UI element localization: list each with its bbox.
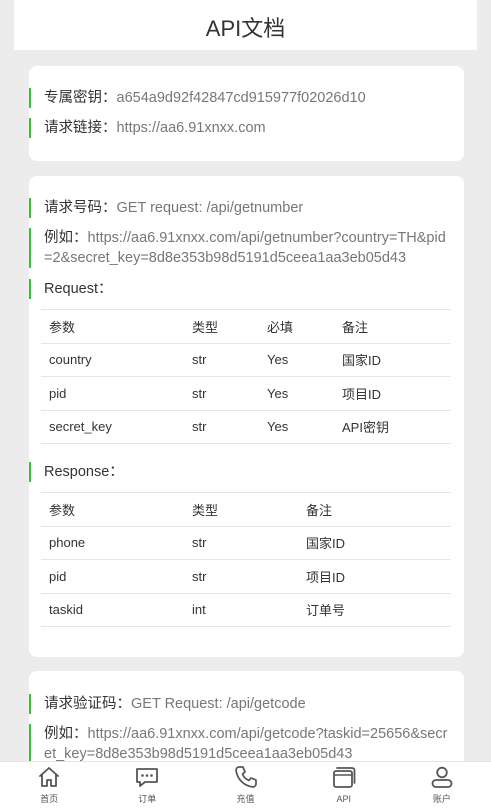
table-cell: secret_key [41, 409, 184, 444]
tab-api[interactable]: API [295, 762, 393, 809]
table-header-cell: 类型 [184, 309, 259, 343]
request-url-row: 请求链接：https://aa6.91xnxx.com [29, 118, 449, 138]
tab-recharge-label: 充值 [236, 794, 255, 804]
user-icon [431, 766, 453, 788]
request-section-title: Request： [29, 279, 113, 299]
table-header-cell: 参数 [41, 309, 184, 343]
tab-api-label: API [336, 794, 351, 804]
table-header-cell: 必填 [259, 309, 334, 343]
secret-key-label: 专属密钥： [44, 90, 117, 106]
getnumber-example-value[interactable]: https://aa6.91xnxx.com/api/getnumber?cou… [44, 230, 446, 266]
table-row: secret_key str Yes API密钥 [41, 409, 451, 444]
page-header: API文档 [14, 0, 477, 50]
request-params-table: 参数 类型 必填 备注 country str Yes 国家ID pid str… [41, 309, 451, 444]
table-cell: Yes [259, 409, 334, 444]
secret-key-row: 专属密钥：a654a9d92f42847cd915977f02026d10 [29, 88, 449, 108]
getcode-request-value: GET Request: /api/getcode [131, 696, 306, 712]
table-cell: Yes [259, 342, 334, 377]
table-row: phone str 国家ID [41, 525, 451, 560]
page-title: API文档 [205, 16, 286, 41]
phone-icon [234, 766, 257, 788]
getnumber-example-label: 例如： [44, 230, 88, 246]
tab-home[interactable]: 首页 [0, 762, 98, 809]
chat-icon [136, 768, 159, 787]
table-header-cell: 备注 [298, 492, 451, 526]
table-cell: str [184, 409, 259, 444]
table-cell: 项目ID [298, 559, 451, 593]
response-section-title: Response： [29, 462, 124, 482]
tab-orders[interactable]: 订单 [98, 762, 196, 809]
tab-recharge[interactable]: 充值 [196, 762, 294, 809]
table-cell: str [184, 342, 259, 377]
table-row: taskid int 订单号 [41, 592, 451, 627]
table-cell: country [41, 342, 184, 377]
request-url-value[interactable]: https://aa6.91xnxx.com [117, 120, 266, 136]
tab-orders-label: 订单 [138, 794, 157, 804]
request-url-label: 请求链接： [44, 120, 117, 136]
table-cell: pid [41, 376, 184, 410]
getnumber-request-label: 请求号码： [44, 200, 117, 216]
table-cell: phone [41, 525, 184, 560]
tab-account[interactable]: 账户 [393, 762, 491, 809]
table-cell: pid [41, 559, 184, 593]
info-card: 专属密钥：a654a9d92f42847cd915977f02026d10 请求… [29, 66, 464, 161]
table-cell: 订单号 [298, 592, 451, 627]
table-header-row: 参数 类型 必填 备注 [41, 309, 451, 343]
table-row: pid str 项目ID [41, 559, 451, 593]
secret-key-value[interactable]: a654a9d92f42847cd915977f02026d10 [117, 90, 366, 106]
table-cell: taskid [41, 592, 184, 627]
table-cell: str [184, 559, 298, 593]
getcode-example-value[interactable]: https://aa6.91xnxx.com/api/getcode?taski… [44, 726, 447, 762]
table-cell: str [184, 376, 259, 410]
table-header-cell: 参数 [41, 492, 184, 526]
table-cell: Yes [259, 376, 334, 410]
table-cell: 国家ID [298, 525, 451, 560]
getnumber-request-row: 请求号码：GET request: /api/getnumber [29, 198, 449, 218]
bottom-tab-bar: 首页 订单 充值 API 账户 [0, 761, 491, 809]
cards-icon [332, 767, 356, 788]
table-row: pid str Yes 项目ID [41, 376, 451, 410]
table-row: country str Yes 国家ID [41, 342, 451, 377]
table-cell: int [184, 592, 298, 627]
response-params-table: 参数 类型 备注 phone str 国家ID pid str 项目ID tas… [41, 492, 451, 627]
table-cell: API密钥 [334, 409, 451, 444]
tab-home-label: 首页 [40, 794, 59, 804]
table-cell: 国家ID [334, 342, 451, 377]
table-cell: 项目ID [334, 376, 451, 410]
getnumber-example-row: 例如：https://aa6.91xnxx.com/api/getnumber?… [29, 228, 449, 268]
table-header-cell: 备注 [334, 309, 451, 343]
getcode-request-label: 请求验证码： [44, 696, 131, 712]
table-header-cell: 类型 [184, 492, 298, 526]
getnumber-card: 请求号码：GET request: /api/getnumber 例如：http… [29, 176, 464, 657]
getnumber-request-value: GET request: /api/getnumber [116, 200, 304, 216]
table-cell: str [184, 525, 298, 560]
tab-account-label: 账户 [432, 794, 451, 804]
table-header-row: 参数 类型 备注 [41, 492, 451, 526]
getcode-example-row: 例如：https://aa6.91xnxx.com/api/getcode?ta… [29, 724, 449, 764]
home-icon [39, 767, 59, 787]
getcode-example-label: 例如： [44, 726, 88, 742]
page: API文档 专属密钥：a654a9d92f42847cd915977f02026… [0, 0, 491, 809]
getcode-request-row: 请求验证码：GET Request: /api/getcode [29, 694, 449, 714]
